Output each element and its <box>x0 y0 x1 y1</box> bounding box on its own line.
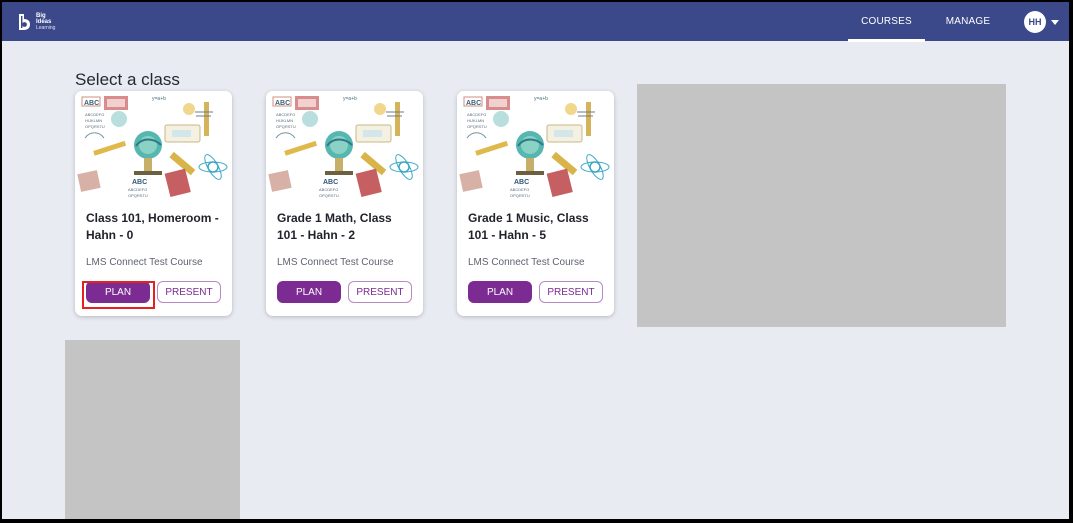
avatar[interactable]: HH <box>1024 11 1046 33</box>
svg-text:OPQRSTU: OPQRSTU <box>128 193 148 198</box>
class-title: Class 101, Homeroom - Hahn - 0 <box>86 211 219 242</box>
brand-name-line-3: Learning <box>36 25 56 31</box>
alphabet-row-2: ABCDEFG <box>85 112 104 117</box>
school-supplies-illustration: ABC ABCDEFG HIJKLMN OPQRSTU ABC ABCDEFG … <box>75 91 232 202</box>
class-card-grade-1-math: ABC ABCDEFG HIJKLMN OPQRSTU ABC ABCDEFG … <box>266 91 423 316</box>
svg-text:ABCDEFG: ABCDEFG <box>128 187 147 192</box>
chevron-down-icon[interactable] <box>1051 19 1059 25</box>
alphabet-label-1: ABC <box>275 100 290 107</box>
tab-courses[interactable]: COURSES <box>848 2 925 42</box>
plan-button[interactable]: PLAN <box>277 281 341 303</box>
svg-text:OPQRSTU: OPQRSTU <box>319 193 339 198</box>
svg-text:ABC: ABC <box>132 179 147 186</box>
plan-button[interactable]: PLAN <box>86 281 150 303</box>
alphabet-row-3: HIJKLMN <box>85 118 102 123</box>
class-card-class-101-homeroom: ABC ABCDEFG HIJKLMN OPQRSTU ABC ABCDEFG … <box>75 91 232 316</box>
top-navigation-bar: Big Ideas Learning COURSES MANAGE HH <box>2 2 1069 42</box>
course-image: ABC ABCDEFG HIJKLMN OPQRSTU ABC ABCDEFG … <box>266 91 423 202</box>
svg-text:ABCDEFG: ABCDEFG <box>319 187 338 192</box>
alphabet-label-1: ABC <box>84 100 99 107</box>
app-window: Big Ideas Learning COURSES MANAGE HH Sel… <box>2 2 1069 519</box>
class-card-grade-1-music: ABC ABCDEFG HIJKLMN OPQRSTU ABC ABCDEFG … <box>457 91 614 316</box>
course-name: LMS Connect Test Course <box>277 257 394 268</box>
tab-manage[interactable]: MANAGE <box>930 2 1006 41</box>
alphabet-row-4: OPQRSTU <box>276 124 296 129</box>
course-name: LMS Connect Test Course <box>468 257 585 268</box>
formula-label: y=a+b <box>343 96 357 102</box>
formula-label: y=a+b <box>152 96 166 102</box>
big-ideas-logo-icon <box>19 14 30 30</box>
svg-text:OPQRSTU: OPQRSTU <box>510 193 530 198</box>
svg-text:ABCDEFG: ABCDEFG <box>510 187 529 192</box>
alphabet-row-3: HIJKLMN <box>467 118 484 123</box>
alphabet-row-4: OPQRSTU <box>467 124 487 129</box>
school-supplies-illustration: ABC ABCDEFG HIJKLMN OPQRSTU ABC ABCDEFG … <box>457 91 614 202</box>
school-supplies-illustration: ABC ABCDEFG HIJKLMN OPQRSTU ABC ABCDEFG … <box>266 91 423 202</box>
present-button[interactable]: PRESENT <box>157 281 221 303</box>
alphabet-label-1: ABC <box>466 100 481 107</box>
course-image: ABC ABCDEFG HIJKLMN OPQRSTU ABC ABCDEFG … <box>457 91 614 202</box>
alphabet-row-2: ABCDEFG <box>276 112 295 117</box>
gray-content-placeholder <box>637 84 1006 327</box>
present-button[interactable]: PRESENT <box>348 281 412 303</box>
svg-text:ABC: ABC <box>323 179 338 186</box>
svg-text:ABC: ABC <box>514 179 529 186</box>
plan-button[interactable]: PLAN <box>468 281 532 303</box>
page-title: Select a class <box>75 70 180 90</box>
course-image: ABC ABCDEFG HIJKLMN OPQRSTU ABC ABCDEFG … <box>75 91 232 202</box>
brand-name: Big Ideas Learning <box>36 13 62 31</box>
present-button[interactable]: PRESENT <box>539 281 603 303</box>
formula-label: y=a+b <box>534 96 548 102</box>
course-name: LMS Connect Test Course <box>86 257 203 268</box>
user-menu[interactable]: HH <box>1024 10 1059 34</box>
class-title: Grade 1 Math, Class 101 - Hahn - 2 <box>277 211 392 242</box>
gray-content-placeholder <box>65 340 240 519</box>
alphabet-row-3: HIJKLMN <box>276 118 293 123</box>
alphabet-row-4: OPQRSTU <box>85 124 105 129</box>
class-title: Grade 1 Music, Class 101 - Hahn - 5 <box>468 211 589 242</box>
alphabet-row-2: ABCDEFG <box>467 112 486 117</box>
brand-logo[interactable]: Big Ideas Learning <box>17 10 62 34</box>
